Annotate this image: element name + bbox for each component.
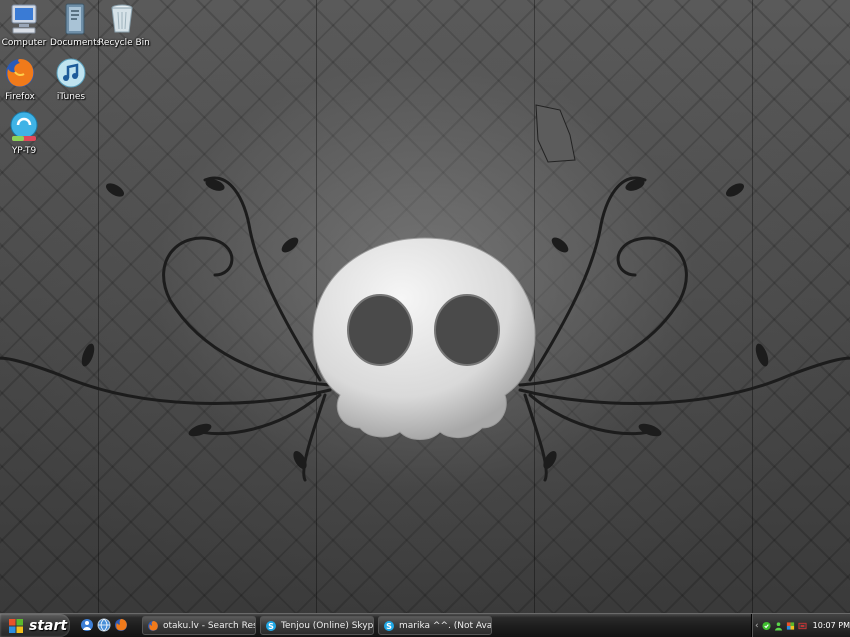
- media-player-icon: [10, 111, 38, 141]
- skype-icon: S: [266, 620, 276, 631]
- start-button[interactable]: start: [0, 614, 70, 637]
- computer-icon: [11, 4, 37, 34]
- skull-wallpaper: [0, 104, 850, 482]
- network-icon[interactable]: [798, 621, 807, 631]
- skype-tray-icon[interactable]: [762, 621, 771, 631]
- desktop-icon-computer[interactable]: Computer: [0, 2, 48, 49]
- globe-icon[interactable]: [97, 618, 111, 632]
- crack-decal: [535, 104, 576, 163]
- taskbar-clock[interactable]: 10:07 PM: [813, 621, 850, 630]
- recycle-bin-icon: [111, 4, 133, 33]
- desktop-icon-itunes[interactable]: iTunes: [47, 56, 95, 103]
- system-tray: ‹ 10:07 PM: [751, 614, 850, 637]
- svg-text:S: S: [386, 622, 392, 631]
- desktop-icon-documents[interactable]: Documents: [50, 2, 101, 49]
- svg-text:S: S: [268, 622, 274, 631]
- documents-folder-icon: [65, 3, 85, 35]
- taskbar: start otaku.lv - Search Res... S Tenjou …: [0, 613, 850, 637]
- firefox-icon[interactable]: [114, 618, 128, 632]
- skull-left-eye: [347, 294, 413, 366]
- tray-expand-chevron-icon[interactable]: ‹: [755, 621, 759, 631]
- taskbar-task-firefox[interactable]: otaku.lv - Search Res...: [142, 616, 256, 635]
- firefox-icon: [148, 620, 158, 631]
- desktop-icon-recycle-bin[interactable]: Recycle Bin: [98, 2, 150, 49]
- skype-icon: S: [384, 620, 394, 631]
- shield-icon[interactable]: [786, 621, 795, 631]
- firefox-icon: [6, 59, 34, 87]
- windows-flag-icon: [9, 618, 23, 633]
- desktop-icon-firefox[interactable]: Firefox: [0, 56, 44, 103]
- messenger-icon[interactable]: [80, 618, 94, 632]
- desktop-icon-yp-t9[interactable]: YP-T9: [0, 110, 48, 157]
- messenger-tray-icon[interactable]: [774, 621, 783, 631]
- taskbar-task-skype-tenjou[interactable]: S Tenjou (Online) Skyp...: [260, 616, 374, 635]
- skull-graphic: [312, 237, 536, 440]
- desktop-background: Computer Documents Recycle Bin Firefox i…: [0, 0, 850, 613]
- skull-right-eye: [434, 294, 500, 366]
- taskbar-task-skype-marika[interactable]: S marika ^^. (Not Avail...: [378, 616, 492, 635]
- itunes-icon: [56, 58, 86, 88]
